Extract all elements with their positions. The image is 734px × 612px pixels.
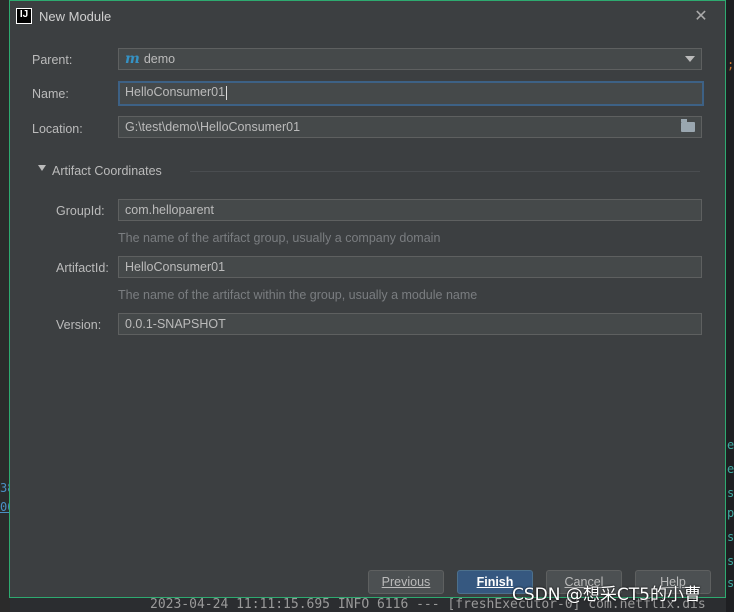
name-field[interactable]: HelloConsumer01: [118, 81, 704, 106]
csdn-watermark: CSDN @想采CT5的小曹: [512, 585, 701, 605]
finish-button-label: Finish: [476, 575, 514, 589]
background-code-char: s: [727, 530, 734, 544]
groupid-field[interactable]: com.helloparent: [118, 199, 702, 221]
dialog-titlebar[interactable]: IJ New Module ✕: [10, 1, 725, 33]
background-code-char: s: [727, 486, 734, 500]
background-code-char: s: [727, 576, 734, 590]
location-field[interactable]: G:\test\demo\HelloConsumer01: [118, 116, 702, 138]
maven-module-icon: m: [125, 51, 140, 67]
parent-label: Parent:: [32, 53, 73, 67]
collapse-arrow-icon[interactable]: [38, 165, 46, 171]
version-label: Version:: [56, 318, 102, 332]
groupid-hint: The name of the artifact group, usually …: [118, 231, 441, 245]
new-module-dialog: IJ New Module ✕ Parent: m demo Name: Hell…: [9, 0, 726, 598]
version-field-value: 0.0.1-SNAPSHOT: [125, 317, 226, 331]
artifactid-field[interactable]: HelloConsumer01: [118, 256, 702, 278]
name-label: Name:: [32, 87, 69, 101]
close-icon[interactable]: ✕: [691, 6, 711, 26]
intellij-app-icon: IJ: [16, 8, 32, 24]
version-field[interactable]: 0.0.1-SNAPSHOT: [118, 313, 702, 335]
groupid-label: GroupId:: [56, 204, 105, 218]
dialog-title: New Module: [39, 9, 112, 24]
previous-button[interactable]: Previous: [368, 570, 444, 594]
artifact-section-title[interactable]: Artifact Coordinates: [52, 164, 162, 178]
previous-button-label: Previous: [381, 575, 431, 589]
location-field-value: G:\test\demo\HelloConsumer01: [125, 120, 301, 134]
artifactid-field-value: HelloConsumer01: [125, 260, 226, 274]
background-code-char: e: [727, 438, 734, 452]
background-editor-right: [726, 0, 734, 612]
background-code-char: e: [727, 462, 734, 476]
parent-select-value: demo: [143, 52, 176, 66]
name-field-value: HelloConsumer01: [125, 85, 226, 99]
parent-select[interactable]: m demo: [118, 48, 702, 70]
chevron-down-icon[interactable]: [685, 56, 695, 62]
section-separator: [190, 171, 700, 172]
background-code-char: s: [727, 554, 734, 568]
folder-browse-icon[interactable]: [681, 119, 695, 132]
background-code-char: ;: [727, 58, 734, 72]
background-code-char: p: [727, 506, 734, 520]
artifactid-label: ArtifactId:: [56, 261, 109, 275]
text-caret: [226, 85, 228, 100]
groupid-field-value: com.helloparent: [125, 203, 214, 217]
artifactid-hint: The name of the artifact within the grou…: [118, 288, 478, 302]
location-label: Location:: [32, 122, 83, 136]
